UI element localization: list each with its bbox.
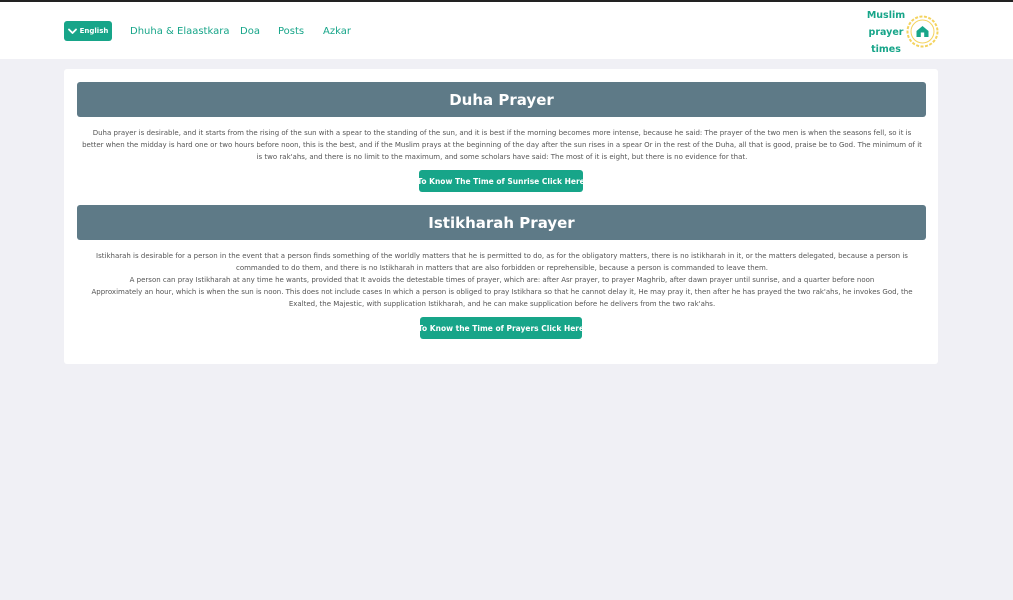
section-body-duha: Duha prayer is desirable, and it starts … [82,127,922,163]
chevron-down-icon [67,28,77,34]
nav-link-doa[interactable]: Doa [240,26,260,38]
section-title-istikharah: Istikharah Prayer [77,205,926,240]
paragraph: Approximately an hour, which is when the… [91,288,913,308]
nav-link-azkar[interactable]: Azkar [323,26,351,38]
sunrise-time-button[interactable]: To Know The Time of Sunrise Click Here [417,170,585,192]
language-button[interactable]: English [64,21,112,41]
language-button-label: English [79,27,109,35]
section-title-duha: Duha Prayer [77,82,926,117]
content-card: Duha Prayer Duha prayer is desirable, an… [64,69,938,364]
paragraph: Duha prayer is desirable, and it starts … [82,129,922,161]
mosque-icon[interactable] [906,15,939,48]
brand-line-1: Muslim [866,10,906,21]
section-body-istikharah: Istikharah is desirable for a person in … [82,250,922,310]
navbar: English Dhuha & Elaastkara Doa Posts Azk… [0,2,1013,59]
brand-name[interactable]: Muslim prayer times [864,7,908,58]
paragraph: A person can pray Istikharah at any time… [129,276,875,284]
brand-line-2: prayer [868,27,904,38]
brand-line-3: times [871,44,901,55]
prayer-times-button[interactable]: To Know the Time of Prayers Click Here [418,317,584,339]
nav-link-posts[interactable]: Posts [278,26,304,38]
paragraph: Istikharah is desirable for a person in … [96,252,908,272]
nav-link-dhuha[interactable]: Dhuha & Elaastkara [130,26,229,38]
